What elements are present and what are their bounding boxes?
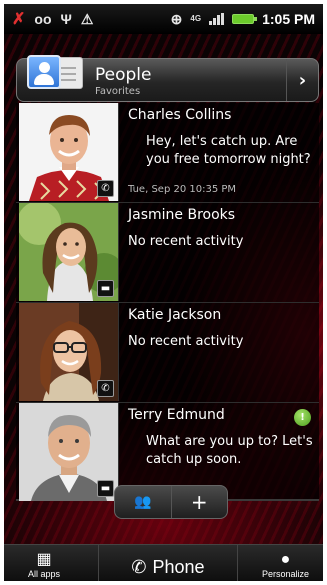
status-clock: 1:05 PM: [262, 11, 315, 27]
personalize-button[interactable]: ● Personalize: [262, 551, 309, 579]
contact-photo[interactable]: ▬: [19, 203, 119, 301]
missed-call-icon: ✗: [12, 11, 26, 28]
phone-button[interactable]: ✆ Phone: [98, 545, 238, 581]
widget-title: People: [95, 65, 152, 85]
contact-item-katie-jackson[interactable]: ✆ Katie Jackson No recent activity: [16, 303, 319, 403]
groups-button[interactable]: 👥: [115, 486, 171, 518]
all-apps-button[interactable]: ▦ All apps: [28, 551, 60, 579]
all-apps-label: All apps: [28, 569, 61, 579]
contact-photo[interactable]: ▬: [19, 403, 119, 501]
people-app-icon: [27, 53, 85, 95]
contact-last-message: What are you up to? Let's catch up soon.: [146, 434, 313, 467]
phone-icon: ✆: [131, 556, 147, 577]
contact-message-timestamp: Tue, Sep 20 10:35 PM: [128, 184, 237, 195]
grid-icon: ▦: [36, 551, 52, 568]
gps-icon: ⊕: [170, 10, 183, 27]
contact-name: Terry Edmund: [128, 407, 225, 423]
contact-last-message: No recent activity: [128, 334, 244, 349]
phone-badge-icon: ✆: [97, 180, 114, 197]
groups-icon: 👥: [134, 494, 152, 510]
usb-icon: Ψ: [60, 11, 72, 27]
widget-action-buttons: 👥 +: [114, 485, 228, 519]
new-message-indicator-icon: !: [294, 409, 311, 426]
contact-photo[interactable]: ✆: [19, 303, 119, 401]
home-screen: ✗ oo Ψ ⚠ ⊕ 4G 1:05 PM People Favorites ›: [0, 0, 327, 585]
personalize-label: Personalize: [262, 569, 310, 579]
warning-icon: ⚠: [80, 10, 94, 27]
signal-icon: [209, 13, 225, 25]
favorites-list[interactable]: ✆ Charles Collins Hey, let's catch up. A…: [16, 103, 319, 501]
network-type-label: 4G: [190, 14, 202, 23]
phone-badge-icon: ✆: [97, 380, 114, 397]
contact-name: Jasmine Brooks: [128, 207, 236, 223]
contact-last-message: No recent activity: [128, 234, 244, 249]
contact-item-jasmine-brooks[interactable]: ▬ Jasmine Brooks No recent activity: [16, 203, 319, 303]
battery-icon: [232, 14, 258, 24]
voicemail-icon: oo: [34, 11, 52, 27]
phone-label: Phone: [152, 556, 205, 577]
message-badge-icon: ▬: [97, 280, 114, 297]
people-widget-header[interactable]: People Favorites ›: [16, 55, 319, 102]
contact-name: Katie Jackson: [128, 307, 222, 323]
widget-subtitle: Favorites: [95, 86, 141, 97]
launcher-bar: ▦ All apps ✆ Phone ● Personalize: [4, 544, 323, 581]
add-favorite-button[interactable]: +: [170, 486, 228, 518]
contact-item-charles-collins[interactable]: ✆ Charles Collins Hey, let's catch up. A…: [16, 103, 319, 203]
status-bar[interactable]: ✗ oo Ψ ⚠ ⊕ 4G 1:05 PM: [4, 4, 323, 34]
personalize-icon: ●: [280, 551, 291, 568]
contact-last-message: Hey, let's catch up. Are you free tomorr…: [146, 134, 311, 167]
chevron-right-icon[interactable]: ›: [286, 59, 318, 101]
plus-icon: +: [190, 490, 208, 514]
contact-name: Charles Collins: [128, 107, 232, 123]
contact-photo[interactable]: ✆: [19, 103, 119, 201]
message-badge-icon: ▬: [97, 480, 114, 497]
